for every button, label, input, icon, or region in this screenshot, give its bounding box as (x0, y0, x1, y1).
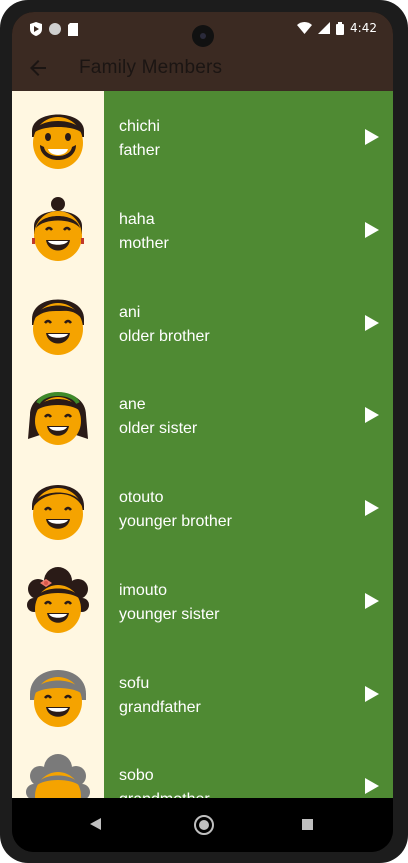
list-item[interactable]: chichi father (12, 91, 393, 184)
thumbnail (12, 740, 104, 798)
item-romaji: ani (119, 303, 141, 321)
status-bar: 4:42 (12, 12, 393, 48)
item-translation: younger sister (119, 605, 220, 623)
younger-sister-face-icon (27, 566, 89, 633)
younger-brother-face-icon (32, 485, 84, 540)
item-romaji: otouto (119, 489, 164, 506)
status-time: 4:42 (350, 21, 377, 35)
device-frame: 4:42 Family Members chichi father haha m… (0, 0, 408, 863)
app-bar: Family Members (12, 48, 393, 91)
nav-back-icon[interactable] (90, 818, 102, 830)
play-icon[interactable] (365, 314, 379, 331)
item-translation: younger brother (119, 513, 232, 530)
camera-cutout (192, 25, 214, 47)
wifi-icon (297, 22, 313, 34)
item-romaji: chichi (119, 118, 160, 135)
navigation-bar (12, 798, 393, 852)
older-brother-face-icon (32, 299, 84, 355)
status-left-icons (30, 22, 78, 36)
father-face-icon (32, 114, 84, 169)
play-icon[interactable] (365, 500, 379, 516)
signal-icon (318, 22, 331, 34)
item-romaji: haha (119, 210, 155, 228)
sd-card-icon (68, 22, 78, 36)
item-texts: ane older sister (119, 393, 197, 441)
thumbnail (12, 647, 104, 741)
thumbnail (12, 183, 104, 277)
item-romaji: sofu (119, 674, 150, 692)
list-item[interactable]: sobo grandmother (12, 740, 393, 798)
item-texts: chichi father (119, 115, 160, 163)
nav-home-icon[interactable] (194, 815, 214, 835)
grandmother-face-icon (26, 754, 90, 798)
battery-icon (336, 21, 345, 35)
nav-recents-icon[interactable] (302, 819, 313, 830)
item-texts: otouto younger brother (119, 486, 232, 534)
thumbnail (12, 91, 104, 184)
play-icon[interactable] (365, 221, 379, 238)
thumbnail (12, 276, 104, 370)
page-title: Family Members (79, 57, 223, 78)
play-icon[interactable] (365, 778, 379, 795)
play-icon[interactable] (365, 592, 379, 609)
older-sister-face-icon (28, 392, 88, 446)
thumbnail (12, 554, 104, 648)
item-texts: ani older brother (119, 301, 210, 349)
list-item[interactable]: ani older brother (12, 276, 393, 370)
item-translation: older sister (119, 420, 198, 438)
list-item[interactable]: sofu grandfather (12, 647, 393, 741)
arrow-back-icon[interactable] (26, 56, 50, 80)
thumbnail (12, 369, 104, 462)
item-romaji: sobo (119, 767, 154, 785)
item-translation: grandmother (119, 788, 210, 798)
item-translation: father (119, 142, 160, 159)
item-texts: haha mother (119, 208, 169, 256)
list-item[interactable]: otouto younger brother (12, 462, 393, 555)
list-item[interactable]: haha mother (12, 183, 393, 277)
play-icon[interactable] (365, 407, 379, 424)
item-translation: mother (119, 234, 169, 252)
item-translation: older brother (119, 327, 210, 345)
item-romaji: ane (119, 396, 146, 414)
item-texts: sobo grandmother (119, 764, 210, 798)
shield-icon (30, 22, 42, 36)
item-texts: imouto younger sister (119, 579, 220, 627)
play-icon[interactable] (365, 129, 379, 145)
grandfather-face-icon (30, 669, 86, 727)
status-right-icons: 4:42 (297, 21, 377, 35)
list-item[interactable]: imouto younger sister (12, 554, 393, 648)
mother-face-icon (32, 196, 84, 261)
item-texts: sofu grandfather (119, 672, 201, 720)
family-list[interactable]: chichi father haha mother ani older brot… (12, 91, 393, 798)
circle-status-icon (49, 23, 61, 35)
item-translation: grandfather (119, 698, 201, 716)
screen: 4:42 Family Members chichi father haha m… (12, 12, 393, 852)
list-item[interactable]: ane older sister (12, 369, 393, 462)
thumbnail (12, 462, 104, 555)
play-icon[interactable] (365, 685, 379, 702)
item-romaji: imouto (119, 581, 168, 599)
